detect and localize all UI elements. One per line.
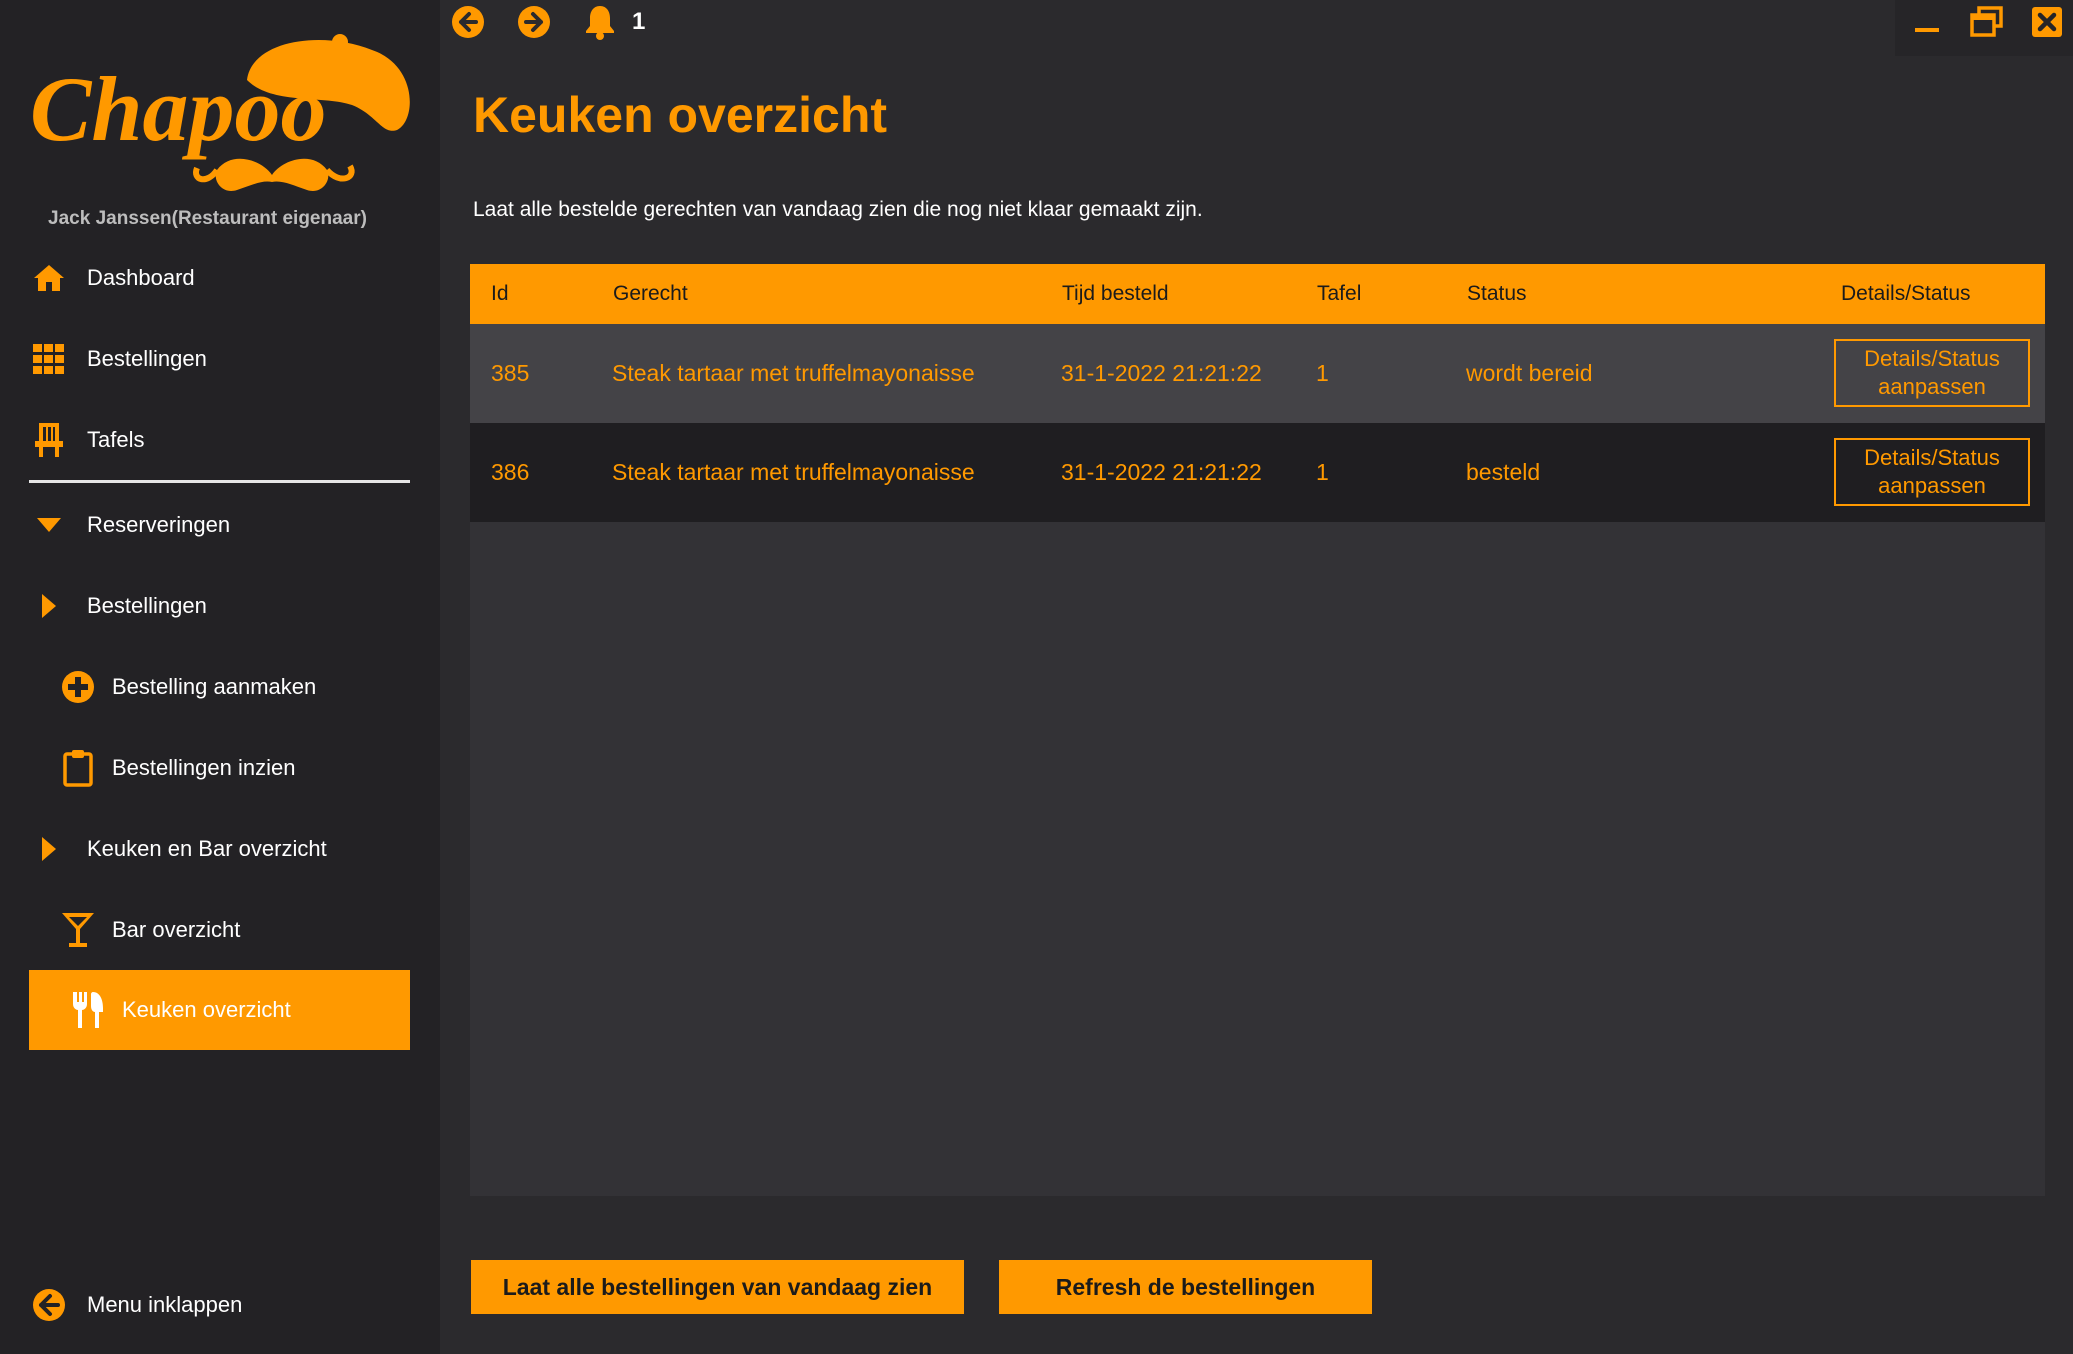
cell-id: 386 xyxy=(491,459,530,485)
table-row[interactable]: 386 Steak tartaar met truffelmayonaisse … xyxy=(470,423,2045,522)
restore-icon xyxy=(1970,5,2004,43)
cell-id: 385 xyxy=(491,360,530,386)
back-button[interactable] xyxy=(448,4,488,44)
column-header-details[interactable]: Details/Status xyxy=(1841,282,1971,306)
sidebar-item-label: Dashboard xyxy=(87,265,195,290)
cell-time: 31-1-2022 21:21:22 xyxy=(1061,459,1262,485)
column-header-status[interactable]: Status xyxy=(1467,282,1527,306)
sidebar-item-reserveringen[interactable]: Reserveringen xyxy=(29,485,410,565)
table-row[interactable]: 385 Steak tartaar met truffelmayonaisse … xyxy=(470,324,2045,423)
sidebar-item-label: Bar overzicht xyxy=(112,917,241,942)
sidebar-item-tafels[interactable]: Tafels xyxy=(29,400,410,480)
sidebar-item-bar-overzicht[interactable]: Bar overzicht xyxy=(58,890,410,970)
details-status-button[interactable]: Details/Status aanpassen xyxy=(1834,339,2030,407)
sidebar-item-bestelling-aanmaken[interactable]: Bestelling aanmaken xyxy=(58,647,410,727)
restore-button[interactable] xyxy=(1967,4,2007,44)
forward-button[interactable] xyxy=(514,4,554,44)
close-icon xyxy=(2031,6,2063,43)
cell-table: 1 xyxy=(1316,459,1329,485)
clipboard-icon xyxy=(58,748,98,788)
minimize-button[interactable] xyxy=(1907,4,1947,44)
chapoo-logo: Chapoo xyxy=(22,20,422,210)
sidebar-item-label: Keuken en Bar overzicht xyxy=(87,836,327,861)
column-header-gerecht[interactable]: Gerecht xyxy=(613,282,688,306)
menu-collapse-label: Menu inklappen xyxy=(87,1292,243,1317)
table-header: Id Gerecht Tijd besteld Tafel Status Det… xyxy=(470,264,2045,324)
cell-dish: Steak tartaar met truffelmayonaisse xyxy=(612,360,975,386)
minimize-icon xyxy=(1913,8,1941,41)
orders-table: Id Gerecht Tijd besteld Tafel Status Det… xyxy=(470,264,2045,1196)
sidebar-item-label: Bestellingen xyxy=(87,593,207,618)
cell-time: 31-1-2022 21:21:22 xyxy=(1061,360,1262,386)
sidebar-item-label: Tafels xyxy=(87,427,145,452)
sidebar-divider xyxy=(29,480,410,483)
sidebar-item-dashboard[interactable]: Dashboard xyxy=(29,238,410,318)
sidebar: Chapoo Jack Janssen(Restaurant eigenaar)… xyxy=(0,0,440,1354)
notification-count: 1 xyxy=(632,8,646,35)
page-description: Laat alle bestelde gerechten van vandaag… xyxy=(473,198,1203,221)
arrow-left-circle-icon xyxy=(29,1285,69,1325)
arrow-right-circle-icon xyxy=(517,5,551,44)
close-button[interactable] xyxy=(2027,4,2067,44)
user-role-label: Jack Janssen(Restaurant eigenaar) xyxy=(48,208,367,229)
top-bar: 1 xyxy=(440,0,2073,56)
home-icon xyxy=(29,258,69,298)
window-controls xyxy=(1895,0,2073,56)
refresh-orders-button[interactable]: Refresh de bestellingen xyxy=(999,1260,1372,1314)
utensils-icon xyxy=(68,990,108,1030)
sidebar-item-bestellingen-inzien[interactable]: Bestellingen inzien xyxy=(58,728,410,808)
cell-status: wordt bereid xyxy=(1466,360,1593,386)
show-all-orders-button[interactable]: Laat alle bestellingen van vandaag zien xyxy=(471,1260,964,1314)
menu-collapse-button[interactable]: Menu inklappen xyxy=(29,1265,410,1345)
page-title: Keuken overzicht xyxy=(473,87,888,143)
sidebar-item-bestellingen[interactable]: Bestellingen xyxy=(29,319,410,399)
bell-icon xyxy=(583,4,617,45)
arrow-left-circle-icon xyxy=(451,5,485,44)
details-status-button[interactable]: Details/Status aanpassen xyxy=(1834,438,2030,506)
plus-circle-icon xyxy=(58,667,98,707)
logo-wordmark: Chapoo xyxy=(30,58,327,160)
sidebar-item-keuken-overzicht[interactable]: Keuken overzicht xyxy=(29,970,410,1050)
sidebar-item-label: Keuken overzicht xyxy=(122,997,291,1022)
column-header-tijd[interactable]: Tijd besteld xyxy=(1062,282,1169,306)
sidebar-item-bestellingen-group[interactable]: Bestellingen xyxy=(29,566,410,646)
cocktail-icon xyxy=(58,910,98,950)
caret-right-icon xyxy=(29,829,69,869)
notifications-button[interactable] xyxy=(580,4,620,44)
column-header-id[interactable]: Id xyxy=(491,282,509,306)
grid-icon xyxy=(29,339,69,379)
caret-down-icon xyxy=(29,505,69,545)
chair-icon xyxy=(29,420,69,460)
cell-table: 1 xyxy=(1316,360,1329,386)
sidebar-item-label: Bestellingen inzien xyxy=(112,755,296,780)
caret-right-icon xyxy=(29,586,69,626)
cell-dish: Steak tartaar met truffelmayonaisse xyxy=(612,459,975,485)
column-header-tafel[interactable]: Tafel xyxy=(1317,282,1361,306)
sidebar-item-label: Bestelling aanmaken xyxy=(112,674,317,699)
sidebar-item-label: Reserveringen xyxy=(87,512,231,537)
cell-status: besteld xyxy=(1466,459,1541,485)
sidebar-item-keuken-en-bar[interactable]: Keuken en Bar overzicht xyxy=(29,809,410,889)
sidebar-item-label: Bestellingen xyxy=(87,346,207,371)
